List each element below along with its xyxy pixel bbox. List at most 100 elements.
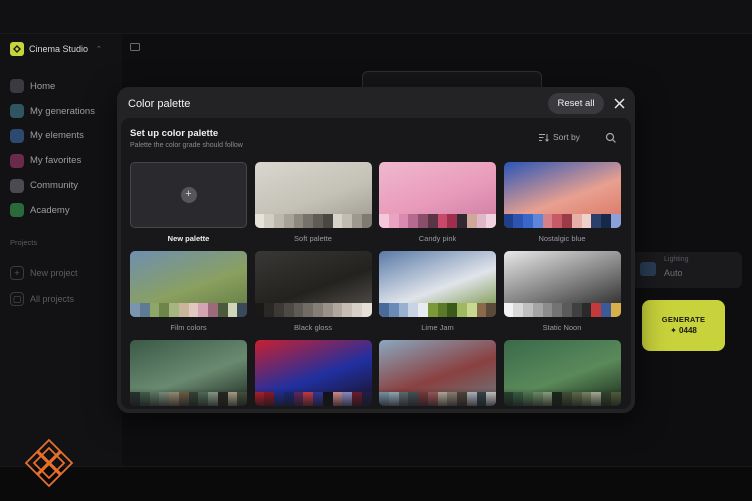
new-palette-label: New palette	[167, 234, 210, 243]
swatch	[130, 303, 140, 317]
generate-credits: ✦ 0448	[670, 326, 697, 335]
swatch	[571, 303, 582, 317]
palette-card[interactable]: Static Noon	[503, 251, 621, 340]
swatch	[466, 214, 477, 228]
color-palette-modal: Color palette Reset all Set up color pal…	[117, 87, 635, 413]
sidebar-item[interactable]: My elements	[10, 124, 95, 149]
swatch	[237, 303, 247, 317]
swatch	[264, 303, 274, 317]
sort-by-button[interactable]: Sort by	[539, 132, 580, 142]
swatch	[227, 303, 238, 317]
swatch	[352, 303, 362, 317]
swatch	[283, 214, 294, 228]
swatch	[303, 214, 313, 228]
swatch	[466, 303, 477, 317]
new-palette-card[interactable]: + New palette	[130, 162, 247, 251]
swatch	[562, 214, 572, 228]
swatch	[293, 303, 304, 317]
swatch	[418, 303, 428, 317]
lighting-label: Lighting	[664, 256, 689, 263]
sidebar-item[interactable]: Community	[10, 173, 95, 198]
sidebar-item-icon	[10, 104, 24, 119]
generate-button[interactable]: GENERATE ✦ 0448	[642, 300, 725, 351]
palette-thumbnail	[379, 162, 496, 228]
sidebar-item-icon	[10, 178, 24, 193]
swatch	[408, 303, 418, 317]
sidebar-item[interactable]: Academy	[10, 198, 95, 223]
swatch	[571, 214, 582, 228]
close-icon[interactable]	[611, 95, 627, 111]
palette-thumbnail	[254, 251, 372, 317]
swatch	[581, 214, 592, 228]
plus-icon: +	[180, 187, 197, 203]
sidebar-item-label: Community	[30, 180, 79, 192]
swatch	[398, 214, 409, 228]
top-bar	[0, 0, 752, 34]
workspace-name: Cinema Studio	[29, 44, 89, 54]
swatch	[427, 214, 438, 228]
swatch	[457, 214, 467, 228]
swatch	[601, 303, 611, 317]
swatch	[313, 303, 323, 317]
palette-swatches	[503, 303, 621, 317]
swatch	[388, 303, 399, 317]
swatch	[408, 214, 418, 228]
sidebar-toggle-icon[interactable]	[130, 43, 140, 51]
palette-card[interactable]: Film colors	[130, 251, 247, 340]
swatch	[513, 214, 523, 228]
palette-thumbnail	[503, 162, 621, 228]
swatch	[313, 214, 323, 228]
palette-card[interactable]: Candy pink	[379, 162, 496, 251]
swatch	[332, 214, 343, 228]
palette-swatches	[379, 303, 496, 317]
swatch	[303, 303, 313, 317]
bottom-bar	[0, 466, 752, 501]
swatch	[293, 214, 304, 228]
panel-description: Palette the color grade should follow	[130, 142, 243, 149]
project-item[interactable]: ▢ All projects	[10, 286, 78, 312]
sidebar-item[interactable]: My generations	[10, 99, 95, 124]
swatch	[532, 303, 543, 317]
swatch	[379, 214, 389, 228]
palette-card[interactable]: Soft palette	[254, 162, 372, 251]
swatch	[457, 303, 467, 317]
swatch	[552, 303, 562, 317]
palette-name: Soft palette	[294, 234, 332, 243]
palette-name: Lime Jam	[421, 323, 454, 332]
palette-swatches	[379, 214, 496, 228]
palette-card[interactable]: Nostalgic blue	[503, 162, 621, 251]
swatch	[361, 214, 372, 228]
swatch	[591, 303, 601, 317]
palette-card[interactable]: Lime Jam	[379, 251, 496, 340]
swatch	[208, 303, 218, 317]
swatch	[486, 303, 496, 317]
search-icon[interactable]	[605, 132, 617, 144]
sidebar-item[interactable]: Home	[10, 74, 95, 99]
palette-name: Film colors	[170, 323, 207, 332]
sidebar-item-icon	[10, 79, 24, 94]
project-item[interactable]: + New project	[10, 260, 78, 286]
swatch	[523, 303, 533, 317]
swatch	[532, 214, 543, 228]
palette-name: Black gloss	[294, 323, 332, 332]
swatch	[610, 214, 621, 228]
swatch	[447, 214, 457, 228]
swatch	[610, 303, 621, 317]
palette-panel: Set up color palette Palette the color g…	[121, 118, 631, 409]
sidebar-item-label: My elements	[30, 130, 84, 142]
swatch	[398, 303, 409, 317]
scroll-fade	[121, 388, 631, 409]
reset-all-button[interactable]: Reset all	[548, 93, 604, 114]
swatch	[217, 303, 228, 317]
sidebar-item[interactable]: My favorites	[10, 148, 95, 173]
chevron-up-down-icon: ⌃	[96, 46, 102, 53]
palette-thumbnail	[503, 251, 621, 317]
lighting-value: Auto	[664, 268, 683, 278]
sidebar-item-icon	[10, 203, 24, 218]
swatch	[503, 214, 514, 228]
workspace-switcher[interactable]: Cinema Studio ⌃	[10, 42, 102, 56]
project-item-label: All projects	[30, 294, 75, 304]
palette-card[interactable]: Black gloss	[254, 251, 372, 340]
swatch	[388, 214, 399, 228]
swatch	[486, 214, 496, 228]
